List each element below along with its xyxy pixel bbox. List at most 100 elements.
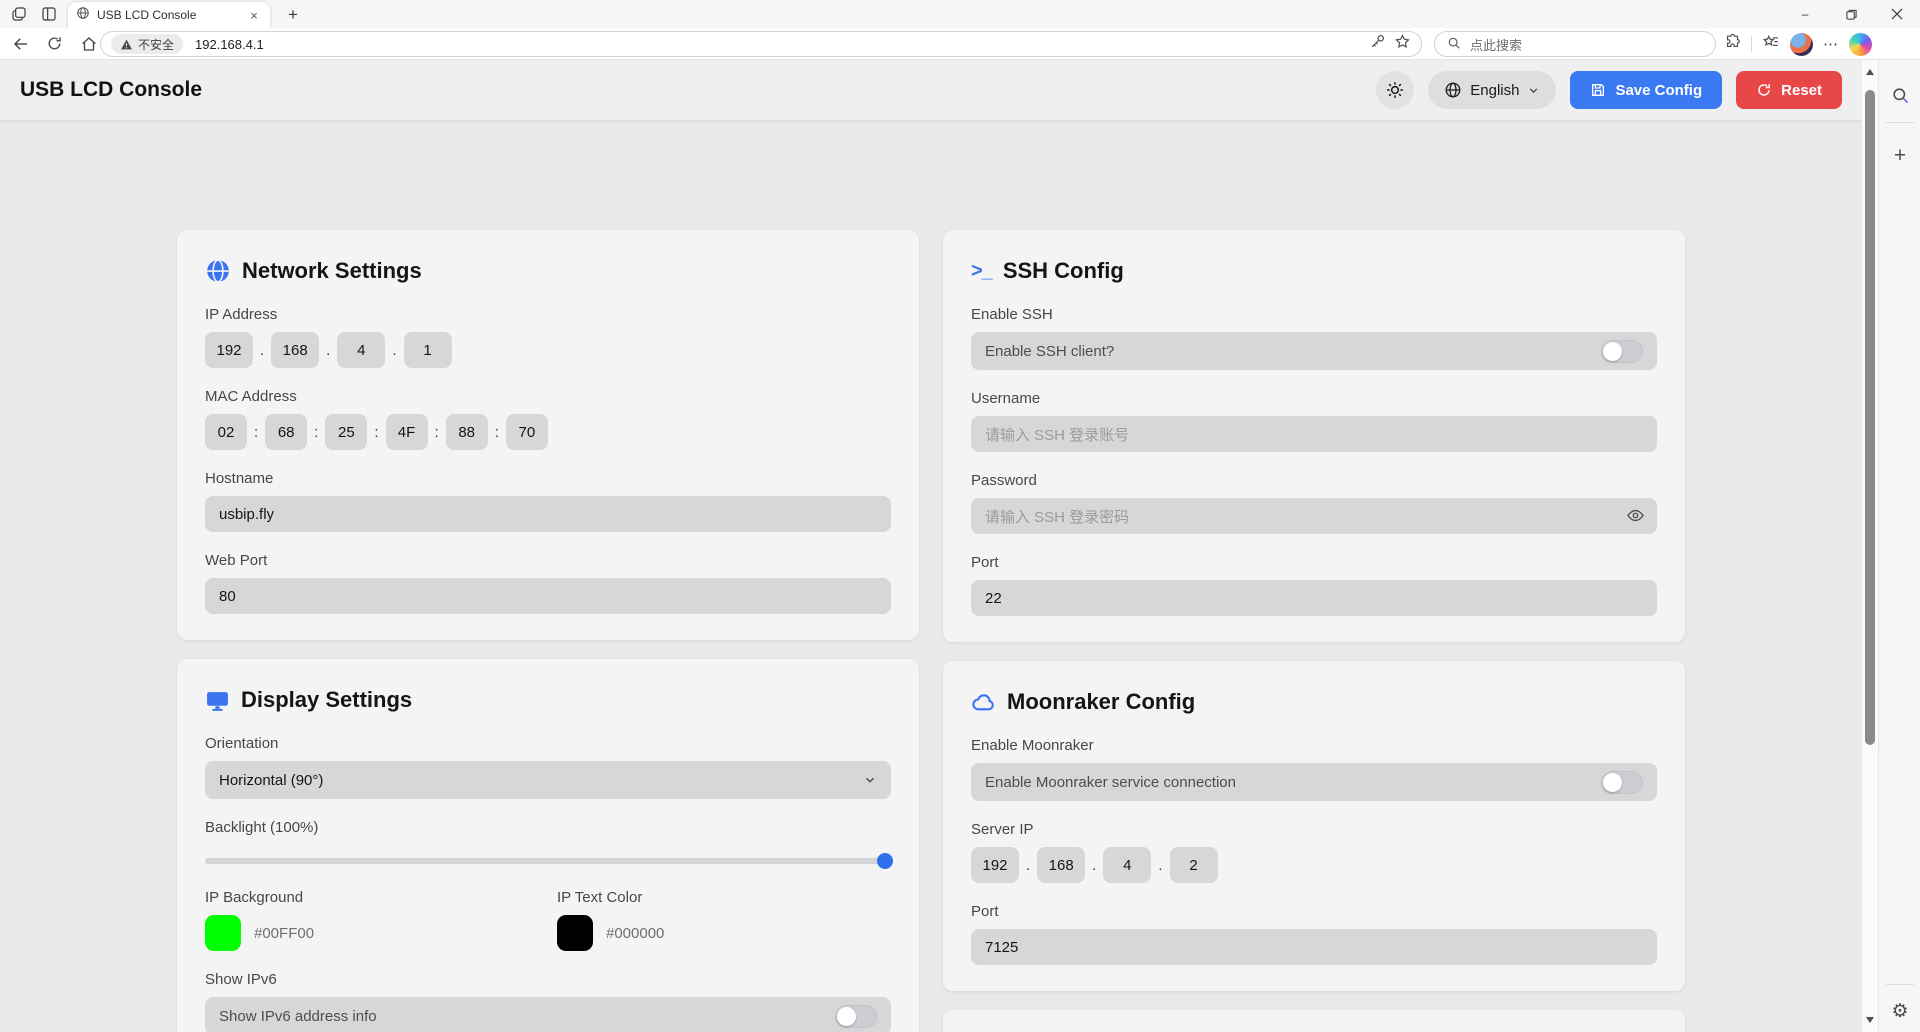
tab-close-icon[interactable]: × [246,8,262,23]
browser-tab[interactable]: USB LCD Console × [68,2,270,28]
search-box[interactable]: 点此搜索 [1434,31,1716,57]
backlight-slider[interactable] [205,853,891,869]
ip-text-color-picker[interactable] [557,915,593,951]
edge-sidebar: + ⚙ [1878,60,1920,1032]
save-config-button[interactable]: Save Config [1570,71,1722,109]
network-settings-card: Network Settings IP Address 192 . 168 . … [177,230,919,640]
tab-favicon-globe-icon [76,6,90,25]
ip-octet-input[interactable]: 1 [404,332,452,368]
moonraker-config-card: Moonraker Config Enable Moonraker Enable… [943,661,1685,991]
refresh-icon[interactable] [46,35,64,53]
card-title: Network Settings [242,258,422,284]
ssh-port-input[interactable]: 22 [971,580,1657,616]
ip-octet-input[interactable]: 4 [337,332,385,368]
reset-icon [1756,82,1772,98]
language-label: English [1470,82,1519,99]
server-ip-octet-input[interactable]: 168 [1037,847,1085,883]
window-minimize-button[interactable]: – [1782,0,1828,28]
enable-ssh-row: Enable SSH client? [971,332,1657,370]
sun-icon [1385,80,1405,100]
server-ip-octet-input[interactable]: 4 [1103,847,1151,883]
mac-address-label: MAC Address [205,388,891,406]
ip-background-label: IP Background [205,889,539,907]
moonraker-port-input[interactable]: 7125 [971,929,1657,965]
window-close-button[interactable] [1874,0,1920,28]
url-text[interactable]: 192.168.4.1 [195,37,1369,52]
theme-toggle-button[interactable] [1376,71,1414,109]
language-selector[interactable]: English [1428,71,1556,109]
scroll-down-arrow[interactable] [1866,1017,1874,1023]
extensions-icon[interactable] [1724,33,1741,55]
enable-moonraker-row: Enable Moonraker service connection [971,763,1657,801]
ip-octet-input[interactable]: 168 [271,332,319,368]
settings-more-icon[interactable]: ⋯ [1823,35,1839,53]
server-ip-inputs: 192 . 168 . 4 . 2 [971,847,1657,883]
ip-address-label: IP Address [205,306,891,324]
window-restore-button[interactable] [1828,0,1874,28]
warning-icon [120,38,133,51]
ip-text-color-hex: #000000 [606,925,664,942]
mac-octet-input[interactable]: 02 [205,414,247,450]
ssh-username-input[interactable]: 请输入 SSH 登录账号 [971,416,1657,452]
slider-thumb[interactable] [877,853,893,869]
scroll-up-arrow[interactable] [1866,69,1874,75]
card-title: Display Settings [241,687,412,713]
security-badge[interactable]: 不安全 [111,34,183,54]
enable-moonraker-label: Enable Moonraker [971,737,1657,755]
search-placeholder: 点此搜索 [1470,35,1522,54]
ssh-config-card: >_ SSH Config Enable SSH Enable SSH clie… [943,230,1685,642]
favorites-hub-icon[interactable] [1762,33,1780,56]
mac-octet-input[interactable]: 68 [265,414,307,450]
sidebar-search-icon[interactable] [1879,86,1920,105]
tab-actions-icon[interactable] [10,5,28,23]
show-ipv6-row: Show IPv6 address info [205,997,891,1032]
enable-ssh-label: Enable SSH [971,306,1657,324]
show-password-eye-icon[interactable] [1626,506,1645,529]
enable-ssh-toggle[interactable] [1601,340,1643,363]
back-icon[interactable] [12,35,30,53]
server-ip-octet-input[interactable]: 2 [1170,847,1218,883]
scrollbar-thumb[interactable] [1865,90,1875,745]
sidebar-add-icon[interactable]: + [1879,144,1920,168]
page-scrollbar[interactable] [1862,60,1878,1032]
divider [1886,122,1914,123]
password-key-icon[interactable] [1369,33,1386,55]
mac-octet-input[interactable]: 70 [506,414,548,450]
address-bar[interactable]: 不安全 192.168.4.1 [100,31,1422,57]
page-header: USB LCD Console English Save Config Rese… [0,60,1862,120]
favorite-star-icon[interactable] [1394,33,1411,55]
mac-octet-input[interactable]: 4F [386,414,428,450]
cloud-icon [971,690,996,715]
orientation-select[interactable]: Horizontal (90°) [205,761,891,799]
ssh-password-label: Password [971,472,1657,490]
home-icon[interactable] [80,35,98,53]
ip-text-color-label: IP Text Color [557,889,891,907]
reset-button[interactable]: Reset [1736,71,1842,109]
mac-octet-input[interactable]: 88 [446,414,488,450]
ip-background-color-picker[interactable] [205,915,241,951]
divider [1886,984,1914,985]
show-ipv6-toggle[interactable] [835,1005,877,1028]
server-ip-octet-input[interactable]: 192 [971,847,1019,883]
hostname-label: Hostname [205,470,891,488]
profile-avatar[interactable] [1790,33,1813,56]
show-ipv6-label: Show IPv6 [205,971,891,989]
sidebar-settings-gear-icon[interactable]: ⚙ [1879,1000,1920,1023]
ssh-password-input[interactable]: 请输入 SSH 登录密码 [971,498,1657,534]
server-ip-label: Server IP [971,821,1657,839]
save-icon [1590,82,1606,98]
backlight-label: Backlight (100%) [205,819,891,837]
terminal-icon: >_ [971,260,992,283]
ip-octet-input[interactable]: 192 [205,332,253,368]
copilot-icon[interactable] [1849,33,1872,56]
web-port-input[interactable]: 80 [205,578,891,614]
new-tab-button[interactable]: + [282,4,304,26]
mac-octet-input[interactable]: 25 [325,414,367,450]
network-globe-icon [205,258,231,284]
display-settings-card: Display Settings Orientation Horizontal … [177,659,919,1032]
page-title: USB LCD Console [20,78,202,102]
vertical-tabs-icon[interactable] [40,5,58,23]
enable-moonraker-toggle[interactable] [1601,771,1643,794]
browser-navbar: 不安全 192.168.4.1 点此搜索 ⋯ [0,28,1920,60]
hostname-input[interactable]: usbip.fly [205,496,891,532]
